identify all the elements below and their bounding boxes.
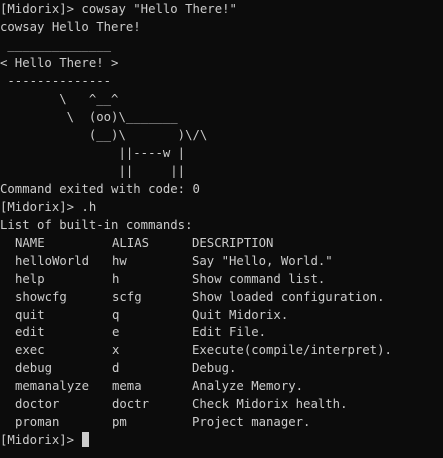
command-name: debug xyxy=(15,361,53,376)
command-alias: e xyxy=(112,325,120,340)
header-name: NAME xyxy=(15,236,45,250)
table-row: exec x Execute(compile/interpret). xyxy=(0,341,443,359)
command-alias: x xyxy=(112,343,120,358)
command-name: edit xyxy=(15,325,45,340)
prompt-line[interactable]: [Midorix]> xyxy=(0,431,443,449)
cowsay-art-line: || || xyxy=(0,164,186,178)
command-name: proman xyxy=(15,414,60,429)
command-description: Say "Hello, World." xyxy=(192,253,333,268)
command-table: NAME ALIAS DESCRIPTION helloWorld hw Say… xyxy=(0,234,443,431)
cowsay-art-line: (__)\ )\/\ xyxy=(0,128,208,142)
cowsay-art-line: \ (oo)\_______ xyxy=(0,110,178,124)
prompt-text: [Midorix]> xyxy=(0,432,82,447)
command-alias: doctr xyxy=(112,397,150,412)
cowsay-art-line: ||----w | xyxy=(0,146,186,160)
exit-status-line: Command exited with code: 0 xyxy=(0,182,200,196)
command-name: doctor xyxy=(15,397,60,412)
table-row: proman pm Project manager. xyxy=(0,413,443,431)
cowsay-art-line: \ ^__^ xyxy=(0,92,119,106)
command-alias: hw xyxy=(112,253,127,268)
table-row: edit e Edit File. xyxy=(0,323,443,341)
command-name: help xyxy=(15,271,45,286)
command-description: Show command list. xyxy=(192,271,326,286)
header-description: DESCRIPTION xyxy=(192,236,274,250)
command-name: helloWorld xyxy=(15,253,90,268)
cowsay-bubble-bottom: -------------- xyxy=(0,74,112,88)
terminal-window[interactable]: [Midorix]> cowsay "Hello There!" cowsay … xyxy=(0,0,443,458)
table-row: doctor doctr Check Midorix health. xyxy=(0,395,443,413)
table-row: quit q Quit Midorix. xyxy=(0,306,443,324)
command-alias: h xyxy=(112,271,120,286)
command-description: Edit File. xyxy=(192,325,267,340)
command-description: Show loaded configuration. xyxy=(192,289,385,304)
command-alias: pm xyxy=(112,414,127,429)
table-row: help h Show command list. xyxy=(0,270,443,288)
command-description: Project manager. xyxy=(192,414,311,429)
command-line: [Midorix]> .h xyxy=(0,200,97,214)
table-header-row: NAME ALIAS DESCRIPTION xyxy=(0,234,443,252)
command-name: quit xyxy=(15,307,45,322)
command-name: showcfg xyxy=(15,289,67,304)
command-alias: q xyxy=(112,307,120,322)
command-name: memanalyze xyxy=(15,379,90,394)
command-description: Check Midorix health. xyxy=(192,397,348,412)
header-alias: ALIAS xyxy=(112,236,150,250)
command-alias: scfg xyxy=(112,289,142,304)
output-heading: List of built-in commands: xyxy=(0,218,193,232)
command-description: Execute(compile/interpret). xyxy=(192,343,392,358)
output-line: cowsay Hello There! xyxy=(0,20,141,34)
command-alias: d xyxy=(112,361,120,376)
table-row: helloWorld hw Say "Hello, World." xyxy=(0,252,443,270)
command-description: Quit Midorix. xyxy=(192,307,289,322)
cowsay-bubble-text: < Hello There! > xyxy=(0,56,119,70)
table-row: debug d Debug. xyxy=(0,359,443,377)
text-cursor xyxy=(82,431,90,447)
command-name: exec xyxy=(15,343,45,358)
command-description: Debug. xyxy=(192,361,237,376)
cowsay-bubble-top: ______________ xyxy=(0,38,112,52)
table-row: memanalyze mema Analyze Memory. xyxy=(0,377,443,395)
table-row: showcfg scfg Show loaded configuration. xyxy=(0,288,443,306)
command-description: Analyze Memory. xyxy=(192,379,304,394)
command-alias: mema xyxy=(112,379,142,394)
command-line: [Midorix]> cowsay "Hello There!" xyxy=(0,2,237,16)
